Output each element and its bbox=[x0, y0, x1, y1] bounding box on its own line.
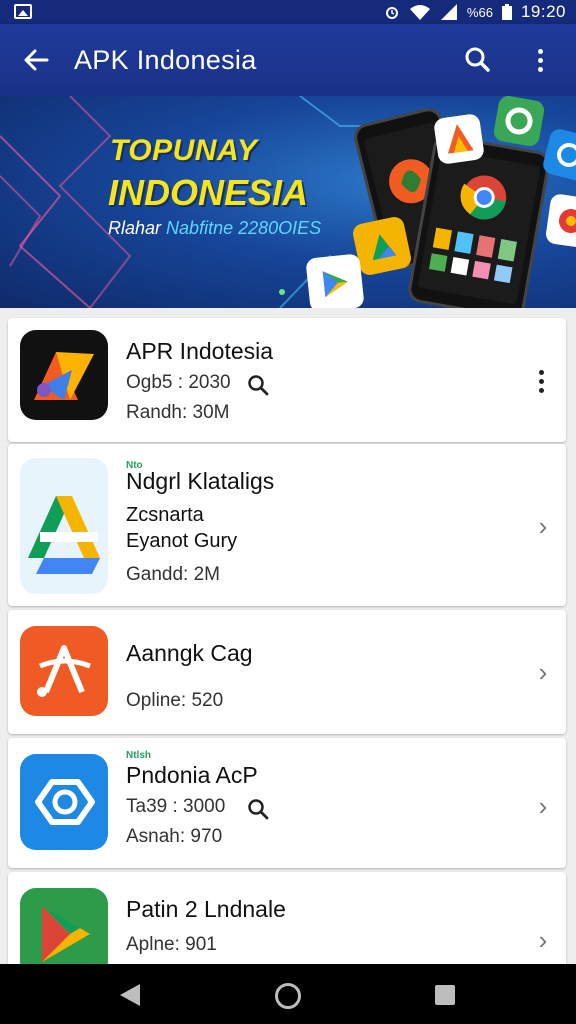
stylized-a-icon bbox=[20, 330, 108, 420]
drive-style-icon bbox=[20, 458, 108, 594]
app-tag: Ntlsh bbox=[126, 750, 151, 761]
floating-app-icon-5 bbox=[305, 253, 365, 308]
app-meta-3: Gandd: 2M bbox=[126, 564, 220, 585]
banner-subtitle-a: Rlahar bbox=[108, 218, 162, 238]
nav-home-icon[interactable] bbox=[275, 983, 301, 1009]
nav-back-icon[interactable] bbox=[120, 984, 140, 1006]
list-item[interactable]: APR Indotesia Ogb5 : 2030 Randh: 30M bbox=[8, 318, 566, 442]
app-meta-1: Ta39 : 3000 bbox=[126, 796, 226, 817]
app-meta-2: Randh: 30M bbox=[126, 402, 230, 423]
battery-icon bbox=[501, 4, 512, 20]
search-button[interactable] bbox=[458, 40, 498, 80]
status-icons: %66 19:20 bbox=[384, 0, 566, 24]
more-vert-button[interactable] bbox=[522, 40, 558, 80]
overflow-menu-button[interactable] bbox=[536, 366, 546, 396]
orange-a-icon bbox=[20, 626, 108, 716]
search-icon bbox=[465, 47, 490, 72]
promo-banner[interactable]: TOPUNAY INDONESIA Rlahar Nabfitne 2280OI… bbox=[0, 96, 576, 308]
battery-percent: %66 bbox=[466, 4, 493, 20]
app-meta-2: Asnah: 970 bbox=[126, 826, 223, 847]
chevron-right-icon[interactable]: › bbox=[534, 927, 552, 953]
more-vert-icon bbox=[537, 48, 543, 54]
chevron-right-icon[interactable]: › bbox=[534, 659, 552, 685]
floating-app-icon-1 bbox=[433, 113, 485, 165]
app-name: Aanngk Cag bbox=[126, 640, 253, 666]
app-name: Ndgrl Klataligs bbox=[126, 468, 275, 494]
banner-title-line2: INDONESIA bbox=[108, 172, 309, 213]
chevron-right-icon[interactable]: › bbox=[534, 513, 552, 539]
list-item[interactable]: Aanngk Cag Opline: 520 › bbox=[8, 610, 566, 734]
app-name: APR Indotesia bbox=[126, 338, 274, 364]
system-nav-bar bbox=[0, 964, 576, 1024]
app-meta-1: Aplne: 901 bbox=[126, 934, 217, 955]
camera-lens-icon bbox=[20, 754, 108, 850]
status-bar: %66 19:20 bbox=[0, 0, 576, 24]
app-meta-1: Zcsnarta bbox=[126, 504, 204, 526]
image-icon bbox=[14, 4, 32, 19]
list-item[interactable]: Ntlsh Pndonia AcP Ta39 : 3000 Asnah: 970… bbox=[8, 738, 566, 868]
alarm-icon bbox=[385, 7, 398, 19]
search-icon[interactable] bbox=[246, 373, 270, 397]
back-arrow-icon bbox=[24, 49, 49, 71]
app-bar: APK Indonesia bbox=[0, 24, 576, 96]
app-meta-1: Opline: 520 bbox=[126, 690, 224, 711]
nav-recents-icon[interactable] bbox=[435, 985, 455, 1005]
search-icon[interactable] bbox=[246, 797, 270, 821]
app-name: Patin 2 Lndnale bbox=[126, 896, 286, 922]
signal-icon bbox=[440, 4, 457, 20]
floating-app-icon-6 bbox=[544, 193, 576, 249]
app-name: Pndonia AcP bbox=[126, 762, 258, 788]
banner-subtitle: Rlahar Nabfitne 2280OIES bbox=[108, 218, 321, 239]
chevron-right-icon[interactable]: › bbox=[534, 793, 552, 819]
list-item[interactable]: Nto Ndgrl Klataligs Zcsnarta Eyanot Gury… bbox=[8, 444, 566, 606]
app-meta-1: Ogb5 : 2030 bbox=[126, 372, 231, 393]
app-meta-2: Eyanot Gury bbox=[126, 530, 238, 552]
floating-app-icon-2 bbox=[492, 96, 546, 148]
back-button[interactable] bbox=[16, 42, 56, 78]
page-title: APK Indonesia bbox=[74, 45, 257, 75]
wifi-icon bbox=[409, 5, 430, 20]
banner-title-line1: TOPUNAY bbox=[110, 134, 258, 167]
banner-subtitle-b: Nabfitne 2280OIES bbox=[166, 218, 322, 238]
phone-front-screen bbox=[428, 175, 518, 284]
more-vert-icon bbox=[538, 369, 544, 375]
clock: 19:20 bbox=[520, 2, 566, 21]
